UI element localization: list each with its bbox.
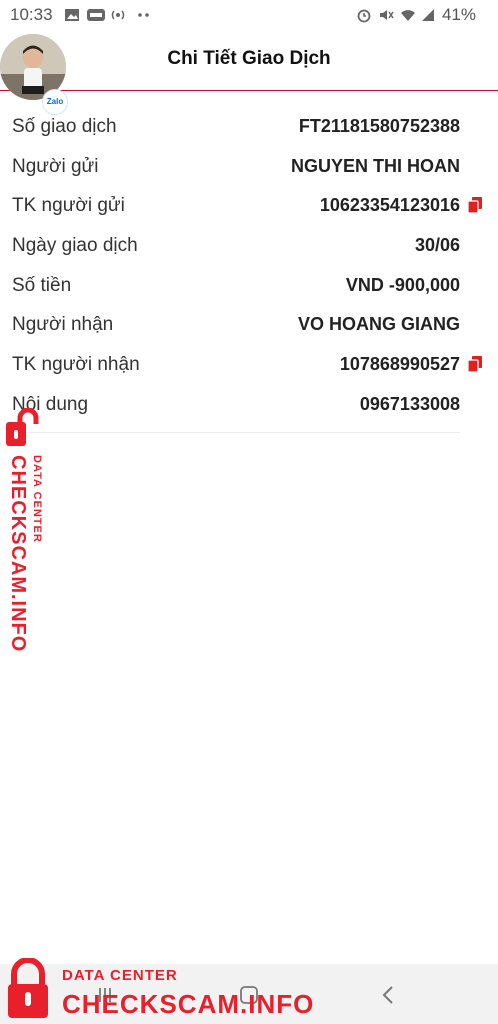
detail-label: Số giao dịch xyxy=(12,116,117,137)
detail-row-sender: Người gửi NGUYEN THI HOAN xyxy=(12,148,460,188)
detail-row-content: Nội dung 0967133008 xyxy=(12,386,460,426)
copy-icon[interactable] xyxy=(468,197,482,214)
status-time: 10:33 xyxy=(10,5,53,24)
transaction-details: Số giao dịch FT21181580752388 Người gửi … xyxy=(12,108,482,426)
hotspot-icon xyxy=(111,10,125,20)
detail-row-recipient-account: TK người nhận 107868990527 xyxy=(12,346,482,386)
detail-value: NGUYEN THI HOAN xyxy=(290,155,460,176)
detail-value: FT21181580752388 xyxy=(298,116,460,136)
zalo-notification-icon xyxy=(87,9,105,21)
watermark-side-sub: DATA CENTER xyxy=(31,455,43,543)
detail-label: Người nhận xyxy=(12,314,114,336)
detail-row-recipient: Người nhận VO HOANG GIANG xyxy=(12,306,460,346)
copy-icon[interactable] xyxy=(468,356,482,373)
alarm-icon xyxy=(357,9,371,23)
back-icon[interactable] xyxy=(376,982,402,1008)
mute-icon xyxy=(380,10,394,20)
detail-label: Người gửi xyxy=(12,155,99,177)
detail-label: Số tiền xyxy=(12,274,72,296)
watermark-bottom-sub: DATA CENTER xyxy=(62,967,178,984)
detail-label: Ngày giao dịch xyxy=(12,235,138,257)
detail-value: 107868990527 xyxy=(339,354,460,375)
more-dots-icon xyxy=(138,13,149,17)
divider xyxy=(12,432,460,433)
status-bar: 10:33 41% xyxy=(0,0,498,30)
detail-value: 0967133008 xyxy=(359,393,460,414)
detail-value: VND -900,000 xyxy=(345,274,460,295)
detail-row-sender-account: TK người gửi 10623354123016 xyxy=(12,187,482,227)
image-icon xyxy=(65,9,79,21)
battery-level: 41% xyxy=(441,5,476,24)
detail-value: 30/06 xyxy=(414,235,460,256)
header: Zalo Chi Tiết Giao Dịch xyxy=(0,30,498,115)
signal-icon xyxy=(422,9,434,21)
lock-watermark-icon xyxy=(6,408,39,446)
watermark-side-main: CHECKSCAM.INFO xyxy=(7,455,29,653)
wifi-icon xyxy=(401,10,415,21)
detail-row-amount: Số tiền VND -900,000 xyxy=(12,267,460,307)
detail-value: VO HOANG GIANG xyxy=(297,314,460,335)
page-title: Chi Tiết Giao Dịch xyxy=(167,48,331,69)
detail-row-date: Ngày giao dịch 30/06 xyxy=(12,227,460,267)
lock-watermark-icon xyxy=(8,958,48,1018)
detail-value: 10623354123016 xyxy=(319,195,460,216)
detail-label: TK người nhận xyxy=(12,354,140,376)
detail-label: TK người gửi xyxy=(12,195,125,217)
detail-row-transaction-id: Số giao dịch FT21181580752388 xyxy=(12,108,460,148)
watermark-bottom-main: CHECKSCAM.INFO xyxy=(62,989,315,1019)
